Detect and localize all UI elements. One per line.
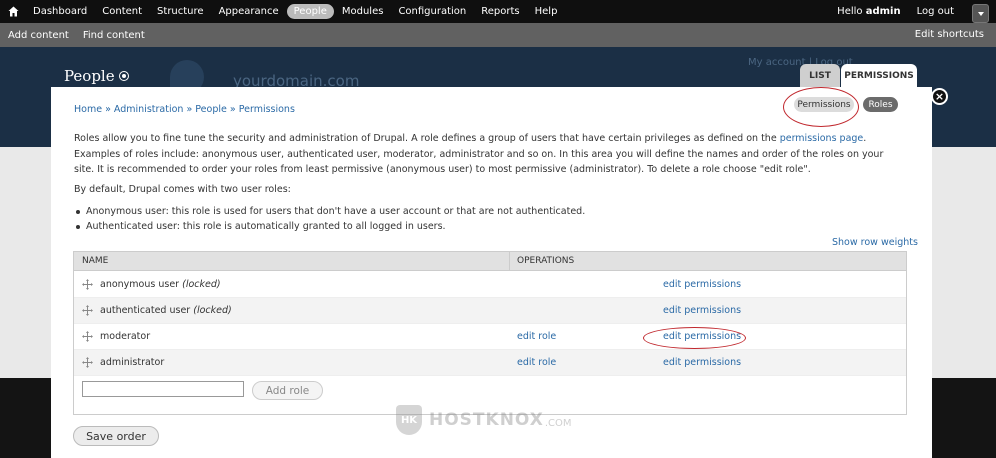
list-item: Anonymous user: this role is used for us…	[74, 204, 585, 219]
watermark-domain: .COM	[544, 417, 572, 429]
watermark: HK HOSTKNOX .COM	[396, 405, 572, 435]
home-icon[interactable]	[0, 0, 26, 23]
show-row-weights-link[interactable]: Show row weights	[832, 237, 918, 248]
drag-handle-icon[interactable]	[82, 305, 93, 316]
table-header: NAME OPERATIONS	[74, 252, 906, 271]
shortcuts-bar: Add content Find content Edit shortcuts	[0, 23, 996, 47]
breadcrumb-home[interactable]: Home	[74, 104, 102, 115]
toolbar-item-reports[interactable]: Reports	[474, 4, 526, 19]
column-divider	[509, 252, 510, 271]
table-row: administrator edit role edit permissions	[74, 350, 906, 376]
tab-list[interactable]: LIST	[800, 64, 840, 87]
table-row: moderator edit role edit permissions	[74, 324, 906, 350]
add-role-button[interactable]: Add role	[252, 381, 323, 400]
toolbar-item-content[interactable]: Content	[95, 4, 149, 19]
intro-text: Roles allow you to fine tune the securit…	[74, 131, 904, 178]
table-row: authenticated user (locked) edit permiss…	[74, 298, 906, 324]
edit-shortcuts-link[interactable]: Edit shortcuts	[915, 29, 984, 40]
edit-permissions-link[interactable]: edit permissions	[663, 331, 741, 342]
new-role-name-input[interactable]	[82, 381, 244, 397]
secondary-tab-permissions[interactable]: Permissions	[794, 97, 854, 112]
edit-permissions-link[interactable]: edit permissions	[663, 305, 741, 316]
breadcrumb-separator: »	[226, 104, 239, 115]
shortcut-add-content[interactable]: Add content	[2, 30, 75, 41]
greeting-text: Hello	[837, 6, 866, 17]
column-header-operations: OPERATIONS	[517, 256, 575, 266]
role-name-text: anonymous user	[100, 279, 180, 290]
breadcrumb-administration[interactable]: Administration	[114, 104, 184, 115]
intro-text-part: Roles allow you to fine tune the securit…	[74, 133, 780, 144]
username-link[interactable]: admin	[866, 6, 901, 17]
locked-label: (locked)	[193, 305, 232, 316]
shortcuts-toggle-icon[interactable]	[972, 4, 989, 23]
role-name: anonymous user (locked)	[100, 279, 221, 290]
breadcrumb-permissions[interactable]: Permissions	[239, 104, 295, 115]
save-order-button[interactable]: Save order	[73, 426, 159, 446]
edit-role-link[interactable]: edit role	[517, 357, 556, 368]
role-name-text: authenticated user	[100, 305, 191, 316]
hostknox-logo-icon: HK	[396, 405, 422, 435]
toolbar-item-configuration[interactable]: Configuration	[391, 4, 473, 19]
breadcrumb-people[interactable]: People	[195, 104, 227, 115]
drag-handle-icon[interactable]	[82, 279, 93, 290]
role-description-list: Anonymous user: this role is used for us…	[74, 204, 585, 234]
default-roles-text: By default, Drupal comes with two user r…	[74, 184, 291, 195]
role-name: moderator	[100, 331, 151, 342]
toolbar-item-modules[interactable]: Modules	[335, 4, 391, 19]
role-name: authenticated user (locked)	[100, 305, 232, 316]
table-row: anonymous user (locked) edit permissions	[74, 272, 906, 298]
toolbar-item-help[interactable]: Help	[528, 4, 565, 19]
toolbar-item-structure[interactable]: Structure	[150, 4, 211, 19]
role-name: administrator	[100, 357, 165, 368]
edit-role-link[interactable]: edit role	[517, 331, 556, 342]
toolbar-menu: Dashboard Content Structure Appearance P…	[26, 4, 565, 19]
shortcut-find-content[interactable]: Find content	[77, 30, 151, 41]
column-header-name[interactable]: NAME	[82, 256, 108, 266]
add-shortcut-icon[interactable]	[119, 71, 129, 81]
toolbar-item-appearance[interactable]: Appearance	[212, 4, 286, 19]
watermark-text: HOSTKNOX	[429, 410, 544, 430]
logout-link[interactable]: Log out	[917, 6, 954, 17]
toolbar-item-people[interactable]: People	[286, 4, 334, 19]
breadcrumb: Home » Administration » People » Permiss…	[74, 104, 295, 115]
breadcrumb-separator: »	[102, 104, 114, 115]
user-greeting: Hello admin	[837, 6, 900, 17]
list-item: Authenticated user: this role is automat…	[74, 219, 585, 234]
page-title: People	[64, 67, 115, 85]
breadcrumb-separator: »	[183, 104, 196, 115]
tab-permissions[interactable]: PERMISSIONS	[841, 64, 917, 87]
locked-label: (locked)	[182, 279, 221, 290]
secondary-tab-roles[interactable]: Roles	[863, 97, 898, 112]
edit-permissions-link[interactable]: edit permissions	[663, 279, 741, 290]
toolbar-item-dashboard[interactable]: Dashboard	[26, 4, 94, 19]
edit-permissions-link[interactable]: edit permissions	[663, 357, 741, 368]
drag-handle-icon[interactable]	[82, 357, 93, 368]
close-icon[interactable]: ×	[931, 88, 948, 105]
admin-toolbar: Dashboard Content Structure Appearance P…	[0, 0, 996, 23]
drag-handle-icon[interactable]	[82, 331, 93, 342]
permissions-page-link[interactable]: permissions page	[780, 133, 864, 144]
